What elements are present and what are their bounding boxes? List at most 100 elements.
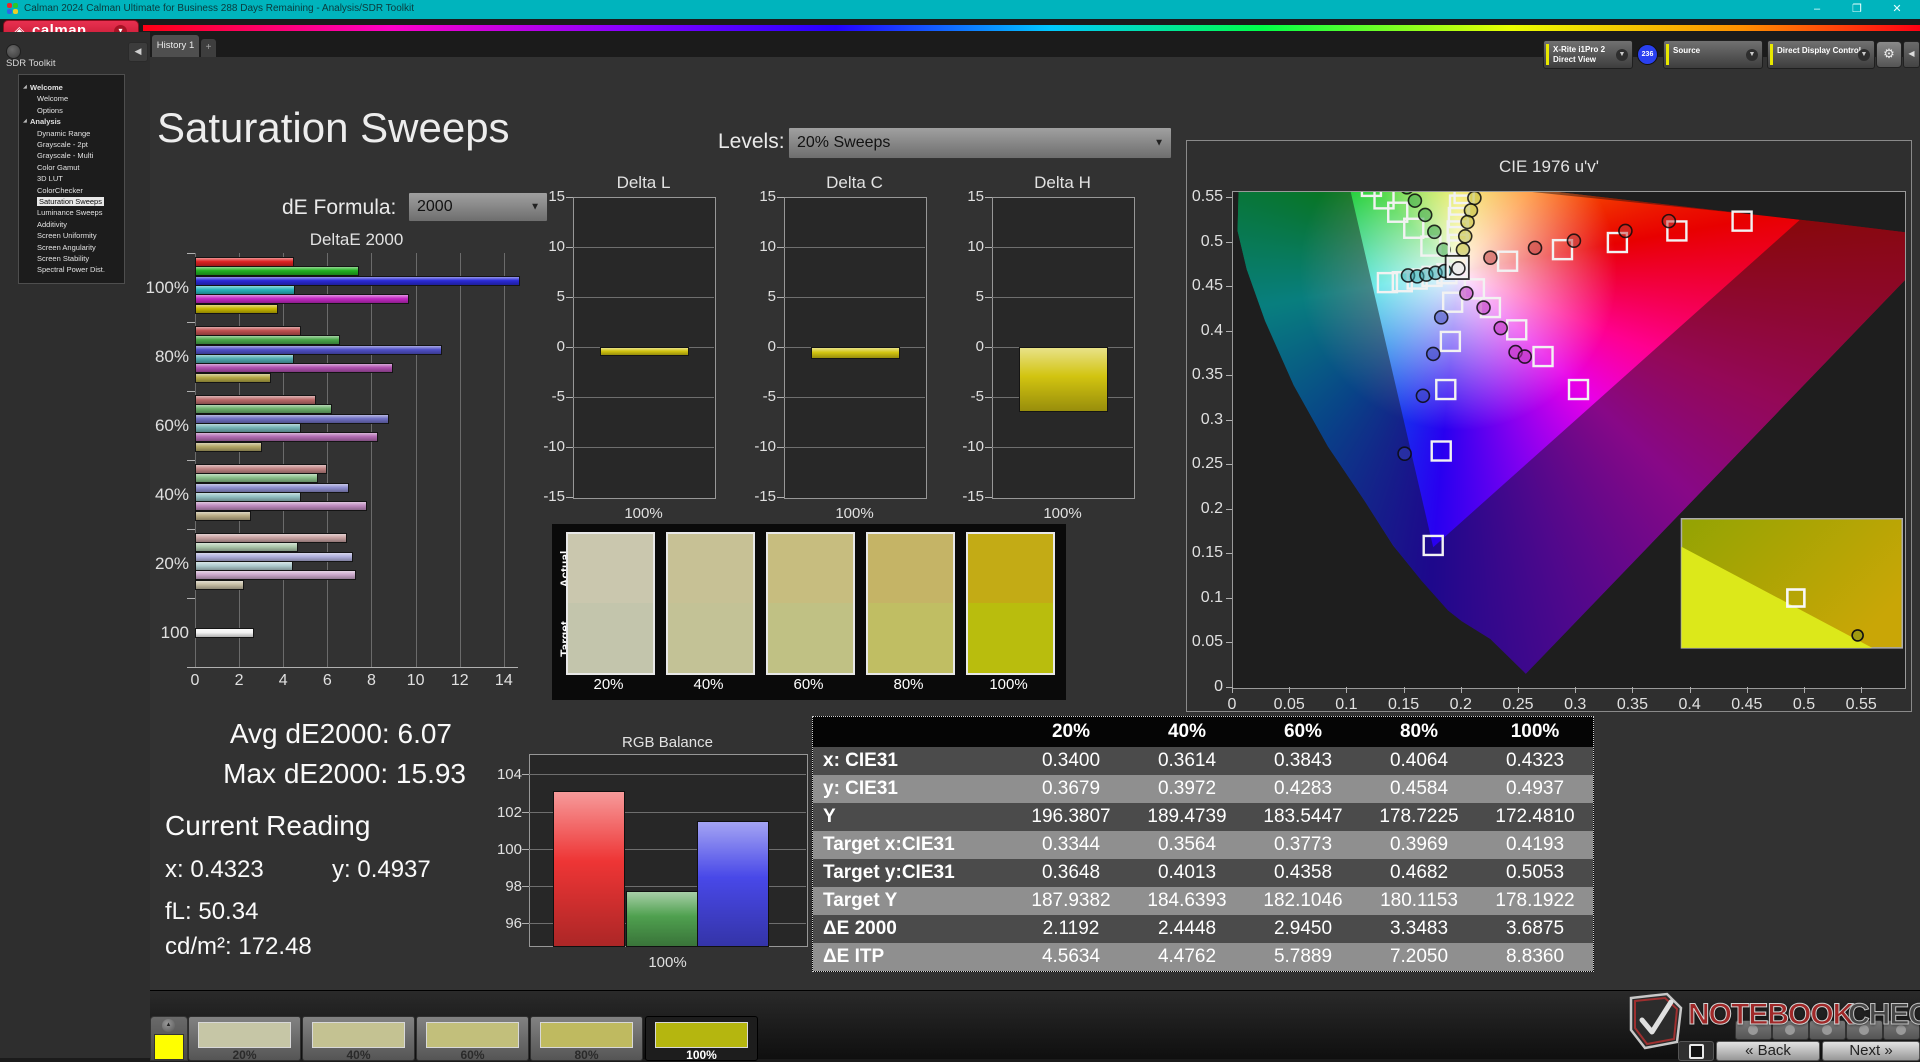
delta_c-gridline — [784, 447, 925, 448]
cie-xtick-dash — [1575, 687, 1577, 693]
sidebar-item-additivity[interactable]: Additivity — [19, 220, 124, 231]
deltae-xtick: 6 — [322, 672, 332, 689]
sidebar-item-label: Welcome — [30, 83, 63, 92]
slide-tile-100[interactable]: 100% — [645, 1016, 758, 1062]
tree-expand-icon[interactable]: ◢ — [23, 84, 27, 90]
sidebar-item-dynamic-range[interactable]: Dynamic Range — [19, 129, 124, 140]
delta_h-bar — [1019, 347, 1108, 412]
actual-swatch — [868, 534, 953, 603]
cie-ytick-dash — [1226, 464, 1232, 466]
saturation-data-table: 20% 40% 60% 80% 100% x: CIE31 0.3400 0.3614 0.38… — [812, 716, 1594, 972]
table-value-cell: 0.3969 — [1389, 834, 1449, 855]
table-row-label: ΔE ITP — [823, 946, 885, 967]
meter-device-dropdown[interactable]: X-Rite i1Pro 2 Direct View ▼ — [1543, 40, 1633, 69]
swatch-level-label: 80% — [893, 676, 924, 693]
table-row: Y 196.3807 189.4739 183.5447 178.7225 172.481… — [813, 803, 1593, 831]
cie-ytick: 0.55 — [1191, 187, 1223, 205]
slide-tile-40[interactable]: 40% — [302, 1016, 415, 1062]
sidebar-item-grayscale-multi[interactable]: Grayscale - Multi — [19, 151, 124, 162]
de-formula-label: dE Formula: — [282, 196, 397, 219]
swatch-column-80 — [866, 532, 955, 675]
close-button[interactable]: ✕ — [1878, 0, 1916, 19]
table-header-row: 20% 40% 60% 80% 100% — [813, 717, 1593, 747]
cie-ytick: 0.05 — [1191, 633, 1223, 651]
deltae-group-label: 40% — [154, 484, 189, 504]
chevron-down-icon: ▼ — [1154, 137, 1164, 149]
meter-stripe — [1546, 44, 1549, 65]
avg-de2000: Avg dE2000: 6.07 — [165, 718, 452, 750]
cie-xtick-dash — [1861, 687, 1863, 693]
sidebar-collapse-button[interactable]: ◀ — [128, 42, 148, 62]
sidebar-item-spectral-power-dist-[interactable]: Spectral Power Dist. — [19, 265, 124, 276]
sidebar-item-colorchecker[interactable]: ColorChecker — [19, 186, 124, 197]
source-dropdown[interactable]: Source ▼ — [1663, 40, 1763, 69]
layout-tree: ◢ Welcome Welcome Options ◢ Analysis Dynamic R… — [18, 74, 125, 284]
chevron-down-icon[interactable]: ▼ — [1746, 48, 1758, 61]
cie-ytick-dash — [1226, 375, 1232, 377]
cie-ytick-dash — [1226, 419, 1232, 421]
slide-label: 80% — [574, 1048, 599, 1062]
slide-tile-60[interactable]: 60% — [416, 1016, 529, 1062]
sidebar-item-3d-lut[interactable]: 3D LUT — [19, 174, 124, 185]
tab-history-1[interactable]: History 1 — [152, 35, 199, 57]
sidebar-item-grayscale-2pt[interactable]: Grayscale - 2pt — [19, 140, 124, 151]
sidebar-item-label: Welcome — [37, 94, 69, 104]
restore-button[interactable]: ❐ — [1838, 0, 1876, 19]
arrow-up-icon[interactable]: ▲ — [162, 1019, 175, 1032]
rgb-bar-green — [626, 891, 698, 947]
sidebar-item-color-gamut[interactable]: Color Gamut — [19, 163, 124, 174]
cie-xtick-dash — [1746, 687, 1748, 693]
table-value-cell: 3.6875 — [1505, 918, 1565, 939]
chevron-down-icon[interactable]: ▼ — [1858, 48, 1870, 61]
chevron-down-icon[interactable]: ▼ — [1616, 48, 1628, 61]
table-header-cell: 60% — [1283, 721, 1323, 742]
gear-icon[interactable]: ⚙ — [1876, 41, 1902, 68]
add-tab-button[interactable]: + — [201, 39, 216, 57]
max-de2000: Max dE2000: 15.93 — [165, 758, 466, 790]
delta_h-ytick: -10 — [962, 438, 984, 455]
panel-collapse-button[interactable]: ◀ — [1903, 41, 1920, 68]
slide-tile-80[interactable]: 80% — [530, 1016, 643, 1062]
target-swatch — [768, 603, 853, 673]
delta_c-tick-dash — [777, 447, 784, 448]
record-dot-icon[interactable] — [6, 44, 21, 59]
delta_l-ytick: 5 — [556, 288, 565, 305]
table-value-cell: 0.3972 — [1157, 778, 1217, 799]
display-control-dropdown[interactable]: Direct Display Control ▼ — [1767, 40, 1875, 69]
deltae-bar-white-100 — [195, 628, 255, 638]
table-value-cell: 0.5053 — [1505, 862, 1565, 883]
delta_c-tick-dash — [777, 247, 784, 248]
delta_h-tick-dash — [985, 247, 992, 248]
sidebar-item-screen-angularity[interactable]: Screen Angularity — [19, 243, 124, 254]
sidebar-item-welcome[interactable]: ◢ Welcome — [19, 83, 124, 94]
deltae-group-label: 100 — [160, 622, 189, 642]
minimize-button[interactable]: – — [1798, 0, 1836, 19]
sidebar-item-label: Dynamic Range — [37, 128, 91, 138]
rgb-ytick: 96 — [505, 914, 522, 932]
cie-panel: CIE 1976 u'v' 0 0.05 0.1 0.15 0.2 0.25 0.3 0.35… — [1186, 140, 1912, 713]
delta_l-ytick: 15 — [548, 188, 565, 205]
sidebar-item-analysis[interactable]: ◢ Analysis — [19, 117, 124, 128]
sidebar-item-options[interactable]: Options — [19, 106, 124, 117]
levels-dropdown[interactable]: 20% Sweeps ▼ — [788, 127, 1172, 159]
deltae-group-label: 80% — [154, 346, 189, 366]
pattern-tile[interactable]: ▲ — [150, 1016, 188, 1061]
sidebar-item-luminance-sweeps[interactable]: Luminance Sweeps — [19, 208, 124, 219]
cie-xtick: 0.45 — [1731, 696, 1763, 713]
window-titlebar: Calman 2024 Calman Ultimate for Business… — [0, 0, 1920, 19]
cie-xtick-dash — [1632, 687, 1634, 693]
cie-ytick-dash — [1226, 241, 1232, 243]
tree-expand-icon[interactable]: ◢ — [23, 118, 27, 124]
slide-label: 60% — [460, 1048, 485, 1062]
sidebar-item-welcome[interactable]: Welcome — [19, 94, 124, 105]
slide-tile-20[interactable]: 20% — [188, 1016, 301, 1062]
sidebar-item-saturation-sweeps[interactable]: Saturation Sweeps — [19, 197, 124, 208]
table-value-cell: 2.4448 — [1157, 918, 1217, 939]
rgb-gridline — [529, 774, 806, 776]
sidebar-item-screen-stability[interactable]: Screen Stability — [19, 254, 124, 265]
cie-ytick: 0.5 — [1200, 232, 1223, 250]
de-formula-dropdown[interactable]: 2000 ▼ — [408, 192, 548, 222]
sidebar-item-screen-uniformity[interactable]: Screen Uniformity — [19, 231, 124, 242]
delta_c-ytick: 10 — [759, 238, 776, 255]
cie-xtick: 0.4 — [1678, 696, 1701, 713]
